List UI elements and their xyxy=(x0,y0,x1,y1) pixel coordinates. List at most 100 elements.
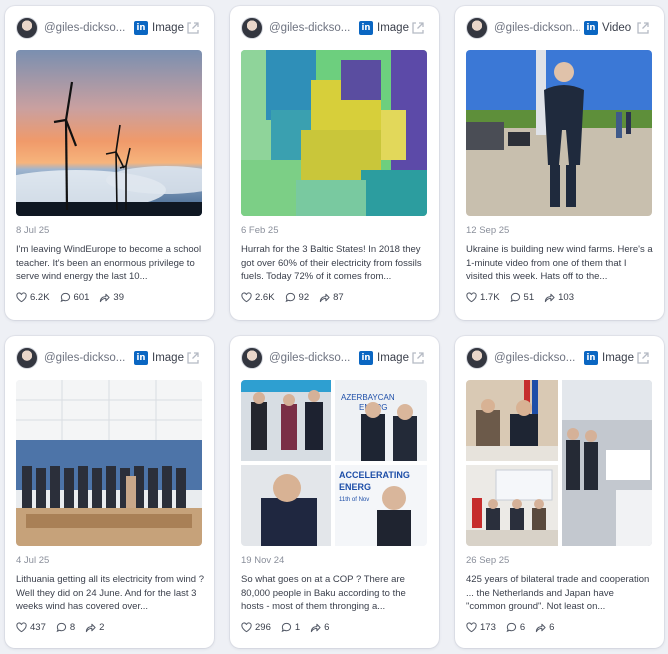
post-image[interactable] xyxy=(466,380,652,546)
post-image[interactable] xyxy=(16,50,202,216)
heart-icon xyxy=(16,292,27,303)
post-video[interactable] xyxy=(466,50,652,216)
comments-stat: 51 xyxy=(510,292,535,303)
external-link-icon[interactable] xyxy=(636,351,650,365)
comment-icon xyxy=(510,292,520,303)
avatar xyxy=(241,17,263,39)
post-card[interactable]: @giles-dickso... in Image 6 Feb 25 Hurra… xyxy=(230,6,439,320)
collage-text-3: ACCELERATING xyxy=(339,470,410,480)
comments-stat: 601 xyxy=(60,292,89,303)
post-stats: 296 1 6 xyxy=(241,622,339,633)
post-card[interactable]: @giles-dickso... in Image xyxy=(455,336,664,648)
author-handle: @giles-dickso... xyxy=(494,352,576,364)
comment-icon xyxy=(281,622,291,633)
linkedin-icon: in xyxy=(359,351,373,365)
comments-stat: 8 xyxy=(56,622,75,633)
linkedin-icon: in xyxy=(359,21,373,35)
likes-count: 173 xyxy=(480,622,496,633)
likes-count: 2.6K xyxy=(255,292,275,303)
author-handle: @giles-dickso... xyxy=(44,352,126,364)
post-image[interactable]: AZERBAYCAN ENERG ACCELERATING ENERG 11th… xyxy=(241,380,427,546)
post-image[interactable] xyxy=(16,380,202,546)
likes-count: 6.2K xyxy=(30,292,50,303)
post-stats: 2.6K 92 87 xyxy=(241,292,354,303)
comments-count: 92 xyxy=(298,292,310,303)
post-text: So what goes on at a COP ? There are 80,… xyxy=(241,574,406,612)
post-stats: 6.2K 601 39 xyxy=(16,292,134,303)
media-type-label: Image xyxy=(602,352,634,364)
avatar xyxy=(466,17,488,39)
likes-count: 296 xyxy=(255,622,271,633)
post-text: Hurrah for the 3 Baltic States! In 2018 … xyxy=(241,244,422,282)
share-icon xyxy=(536,623,546,633)
post-card[interactable]: @giles-dickso... in Image AZERBAYCAN ENE… xyxy=(230,336,439,648)
collage-photo: AZERBAYCAN ENERG ACCELERATING ENERG 11th… xyxy=(241,380,427,546)
share-icon xyxy=(86,623,96,633)
comments-count: 1 xyxy=(294,622,301,633)
avatar xyxy=(466,347,488,369)
likes-stat: 173 xyxy=(466,622,496,633)
likes-stat: 1.7K xyxy=(466,292,500,303)
author-handle: @giles-dickso... xyxy=(269,352,351,364)
comments-stat: 1 xyxy=(281,622,300,633)
collage-text-5: 11th of Nov xyxy=(339,497,369,503)
post-card[interactable]: @giles-dickson... in Video 12 Sep 25 Ukr… xyxy=(455,6,664,320)
shares-count: 2 xyxy=(99,622,105,633)
comment-icon xyxy=(285,292,295,303)
shares-count: 103 xyxy=(558,292,574,303)
media-type-label: Image xyxy=(152,22,184,34)
linkedin-icon: in xyxy=(584,21,598,35)
shares-stat: 39 xyxy=(99,292,124,303)
heart-icon xyxy=(241,622,252,633)
post-card[interactable]: @giles-dickso... in Image xyxy=(5,6,214,320)
avatar xyxy=(241,347,263,369)
heart-icon xyxy=(16,622,27,633)
comments-count: 51 xyxy=(523,292,535,303)
external-link-icon[interactable] xyxy=(186,21,200,35)
avatar xyxy=(16,347,38,369)
author-handle: @giles-dickson... xyxy=(494,22,580,34)
post-date: 4 Jul 25 xyxy=(16,555,50,566)
post-text: I'm leaving WindEurope to become a schoo… xyxy=(16,244,202,282)
heart-icon xyxy=(466,622,477,633)
likes-stat: 6.2K xyxy=(16,292,50,303)
collage-text-4: ENERG xyxy=(339,482,371,492)
linkedin-icon: in xyxy=(584,351,598,365)
media-type-label: Video xyxy=(602,22,632,34)
group-photo xyxy=(16,380,202,546)
likes-stat: 296 xyxy=(241,622,271,633)
shares-count: 87 xyxy=(333,292,344,303)
post-date: 8 Jul 25 xyxy=(16,225,50,236)
media-type-label: Image xyxy=(152,352,184,364)
linkedin-icon: in xyxy=(134,21,148,35)
shares-count: 39 xyxy=(113,292,124,303)
post-image[interactable] xyxy=(241,50,427,216)
external-link-icon[interactable] xyxy=(186,351,200,365)
external-link-icon[interactable] xyxy=(411,21,425,35)
post-card[interactable]: @giles-dickso... in Image 4 Jul 25 Lithu… xyxy=(5,336,214,648)
post-text: 425 years of bilateral trade and coopera… xyxy=(466,574,650,612)
share-icon xyxy=(319,293,330,303)
comment-icon xyxy=(56,622,66,633)
likes-stat: 437 xyxy=(16,622,46,633)
shares-stat: 2 xyxy=(85,622,104,633)
comments-count: 8 xyxy=(69,622,76,633)
pixel-map-photo xyxy=(241,50,427,216)
external-link-icon[interactable] xyxy=(636,21,650,35)
post-stats: 437 8 2 xyxy=(16,622,114,633)
comments-stat: 6 xyxy=(506,622,525,633)
collage-text-1: AZERBAYCAN xyxy=(341,393,395,402)
post-text: Lithuania getting all its electricity fr… xyxy=(16,574,204,612)
comments-count: 6 xyxy=(519,622,526,633)
external-link-icon[interactable] xyxy=(411,351,425,365)
shares-count: 6 xyxy=(549,622,555,633)
man-in-suit-photo xyxy=(466,50,652,216)
author-handle: @giles-dickso... xyxy=(44,22,126,34)
conference-collage-photo xyxy=(466,380,652,546)
likes-count: 437 xyxy=(30,622,46,633)
comments-stat: 92 xyxy=(285,292,310,303)
media-type-label: Image xyxy=(377,352,409,364)
post-date: 26 Sep 25 xyxy=(466,555,510,566)
share-icon xyxy=(100,293,110,303)
post-date: 12 Sep 25 xyxy=(466,225,510,236)
